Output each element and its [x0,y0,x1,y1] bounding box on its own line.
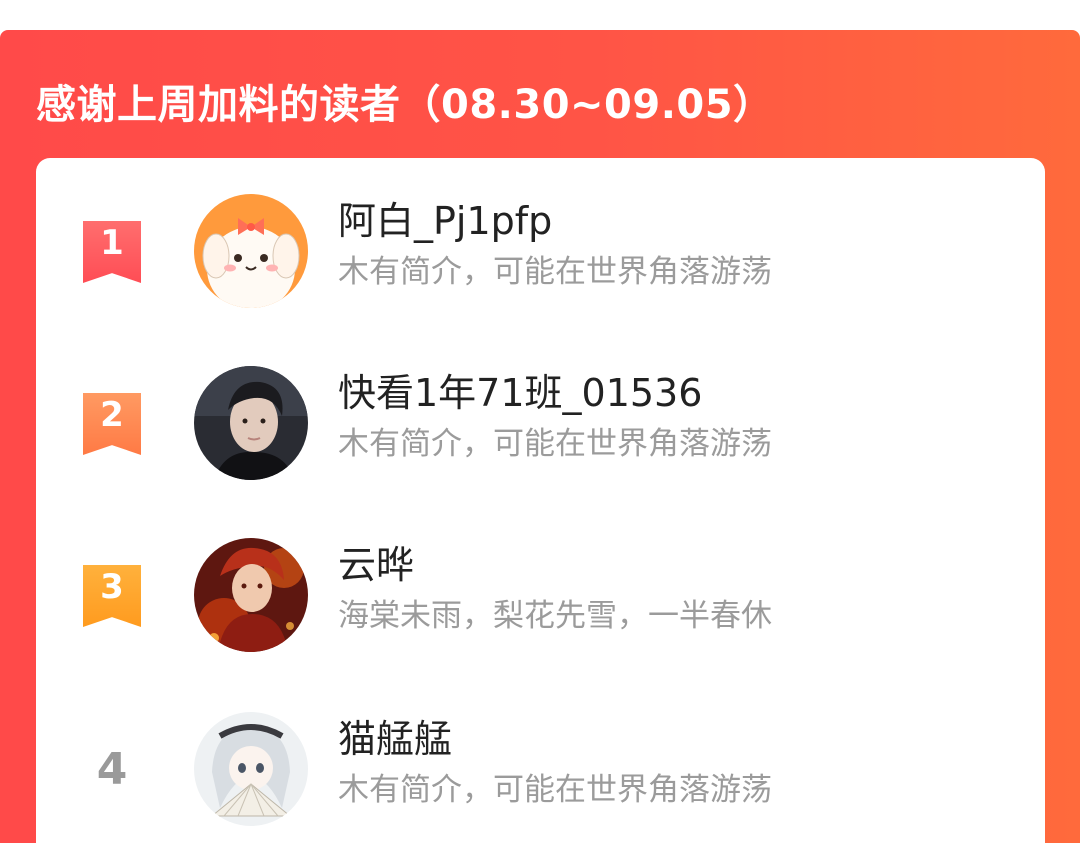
reader-bio: 木有简介，可能在世界角落游荡 [338,772,772,808]
reader-row[interactable]: 1 阿白_Pj1pfp 木有简介，可能在世界角落游荡 [36,194,1045,310]
top-strip [0,0,1080,30]
ranking-banner: 感谢上周加料的读者（08.30~09.05） 1 阿白_Pj1pfp 木有简介，… [0,30,1080,843]
rank-number: 4 [96,744,128,795]
reader-row[interactable]: 2 快看1年71班_01536 木有简介，可能在世界角落游荡 [36,366,1045,482]
reader-bio: 木有简介，可能在世界角落游荡 [338,254,772,290]
reader-ranking-card: 1 阿白_Pj1pfp 木有简介，可能在世界角落游荡 2 快看1年71班_015… [36,158,1045,843]
reader-name[interactable]: 猫艋艋 [338,716,452,762]
banner-title: 感谢上周加料的读者（08.30~09.05） [36,82,774,128]
rank-badge-icon: 1 [83,221,141,283]
rank-number: 1 [100,223,124,263]
reader-row[interactable]: 3 云晔 海棠未雨，梨花先雪，一半春休 [36,538,1045,654]
reader-bio: 木有简介，可能在世界角落游荡 [338,426,772,462]
reader-row[interactable]: 4 猫艋艋 木有简介，可能在世界角落游荡 [36,712,1045,828]
avatar[interactable] [194,712,308,826]
rank-number: 3 [100,567,124,607]
avatar[interactable] [194,366,308,480]
dark-portrait-avatar-icon [194,366,308,480]
avatar[interactable] [194,538,308,652]
reader-bio: 海棠未雨，梨花先雪，一半春休 [338,598,772,634]
reader-name[interactable]: 阿白_Pj1pfp [338,198,552,244]
rank-badge-icon: 2 [83,393,141,455]
anime-fan-avatar-icon [194,712,308,826]
rank-number: 2 [100,395,124,435]
reader-name[interactable]: 快看1年71班_01536 [338,370,702,416]
puppy-cartoon-avatar-icon [194,194,308,308]
rank-badge-icon: 3 [83,565,141,627]
reader-name[interactable]: 云晔 [338,542,414,588]
avatar[interactable] [194,194,308,308]
fire-anime-avatar-icon [194,538,308,652]
